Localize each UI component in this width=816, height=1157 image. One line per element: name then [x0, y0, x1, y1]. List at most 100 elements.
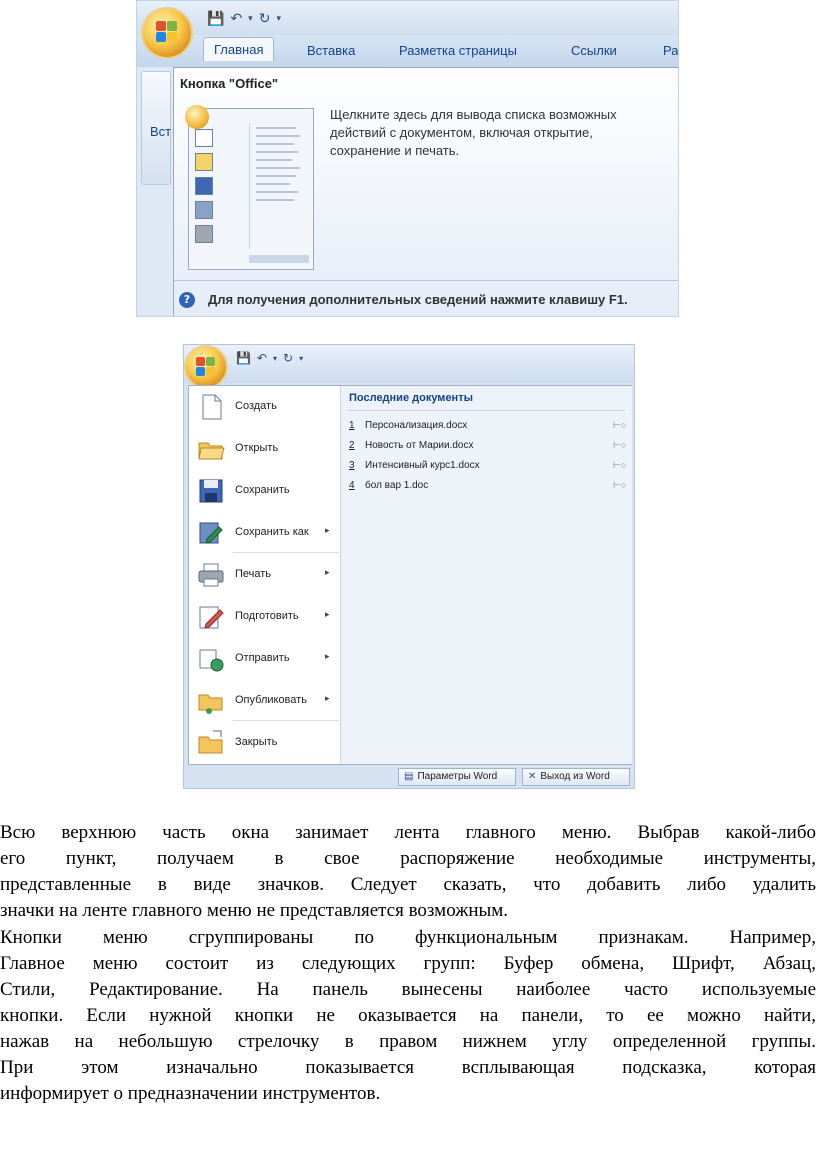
tooltip-line: сохранение и печать.: [330, 143, 460, 158]
exit-word-button[interactable]: ✕ Выход из Word: [522, 768, 630, 786]
tab-page-layout[interactable]: Разметка страницы: [399, 43, 517, 58]
pin-icon[interactable]: ⊢○: [613, 480, 626, 491]
recent-document-item[interactable]: 2 Новость от Марии.docx ⊢○: [349, 438, 627, 456]
options-icon: ▤: [404, 771, 414, 782]
tab-home[interactable]: Главная: [203, 37, 275, 61]
ribbon-insert-button[interactable]: Вст: [141, 71, 171, 185]
save-disk-icon: [195, 177, 213, 195]
office-menu: Создать Открыть Сохранить Сохранить как: [188, 385, 632, 765]
recent-document-item[interactable]: 3 Интенсивный курс1.docx ⊢○: [349, 458, 627, 476]
quick-access-toolbar: 💾 ↶ ▾ ↻ ▾: [137, 1, 678, 35]
menu-item-label: Сохранить как: [235, 526, 309, 538]
text-line: Кнопки меню сгруппированы по функциональ…: [0, 927, 816, 948]
submenu-arrow-icon: ▸: [325, 694, 330, 704]
save-as-icon: [195, 201, 213, 219]
recent-document-name: Новость от Марии.docx: [365, 440, 474, 451]
menu-item-label: Отправить: [235, 652, 290, 664]
menu-item-open[interactable]: Открыть: [189, 430, 340, 470]
recent-document-name: бол вар 1.doc: [365, 480, 429, 491]
word-options-button[interactable]: ▤ Параметры Word: [398, 768, 516, 786]
tab-references[interactable]: Ссылки: [571, 43, 617, 58]
office-menu-commands: Создать Открыть Сохранить Сохранить как: [189, 386, 340, 764]
new-document-icon: [202, 394, 222, 420]
menu-item-send[interactable]: Отправить ▸: [189, 640, 340, 680]
menu-item-print[interactable]: Печать ▸: [189, 556, 340, 596]
office-logo-icon: [196, 357, 216, 377]
office-button[interactable]: [143, 9, 191, 57]
undo-icon[interactable]: ↶: [230, 11, 242, 27]
office-menu-screenshot: 💾 ↶ ▾ ↻ ▾ Создать Открыть Сохранить Сохр…: [183, 344, 635, 789]
text-line: При этом изначально показывается всплыва…: [0, 1057, 816, 1078]
text-line: информирует о предназначении инструменто…: [0, 1083, 381, 1104]
dropdown-icon[interactable]: ▾: [273, 354, 277, 363]
text-line: его пункт, получаем в свое распоряжение …: [0, 848, 816, 869]
save-disk-icon: [199, 479, 223, 503]
tooltip-description: Щелкните здесь для вывода списка возможн…: [330, 106, 675, 160]
recent-document-name: Персонализация.docx: [365, 420, 468, 431]
menu-item-publish[interactable]: Опубликовать ▸: [189, 682, 340, 722]
prepare-pen-icon: [199, 606, 224, 629]
text-line: нажав на небольшую стрелочку в правом ни…: [0, 1031, 816, 1052]
office-button-tooltip-screenshot: 💾 ↶ ▾ ↻ ▾ Главная Вставка Разметка стран…: [136, 0, 679, 317]
text-line: значки на ленте главного меню не предста…: [0, 900, 509, 921]
recent-document-number: 4: [349, 480, 355, 491]
office-menu-footer: ▤ Параметры Word ✕ Выход из Word: [184, 765, 634, 788]
menu-item-save[interactable]: Сохранить: [189, 472, 340, 512]
customize-qat-icon[interactable]: ▾: [276, 14, 281, 24]
recent-document-number: 2: [349, 440, 355, 451]
publish-folder-icon: [198, 694, 223, 714]
menu-item-label: Создать: [235, 400, 277, 412]
recent-documents-panel: Последние документы 1 Персонализация.doc…: [340, 386, 632, 764]
ribbon-button-label: Вст: [150, 124, 172, 139]
recent-documents-title: Последние документы: [349, 392, 473, 404]
text-line: Стили, Редактирование. На панель вынесен…: [0, 979, 816, 1000]
menu-item-new[interactable]: Создать: [189, 388, 340, 428]
text-line: кнопки. Если нужной кнопки не оказываетс…: [0, 1005, 816, 1026]
quick-access-toolbar: 💾 ↶ ▾ ↻ ▾: [184, 345, 634, 383]
office-logo-icon: [185, 105, 209, 129]
menu-item-label: Опубликовать: [235, 694, 307, 706]
pin-icon[interactable]: ⊢○: [613, 420, 626, 431]
menu-item-label: Открыть: [235, 442, 279, 454]
undo-icon[interactable]: ↶: [257, 351, 267, 365]
word-options-label: Параметры Word: [417, 771, 498, 782]
tab-insert[interactable]: Вставка: [307, 43, 355, 58]
submenu-arrow-icon: ▸: [325, 526, 330, 536]
exit-word-label: Выход из Word: [540, 771, 610, 782]
send-icon: [199, 649, 224, 672]
tooltip-line: действий с документом, включая открытие,: [330, 125, 593, 140]
office-button[interactable]: [186, 347, 226, 387]
redo-icon[interactable]: ↻: [259, 11, 271, 27]
menu-item-save-as[interactable]: Сохранить как ▸: [189, 514, 340, 554]
text-line: Главное меню состоит из следующих групп:…: [0, 953, 816, 974]
tab-truncated[interactable]: Ра: [663, 43, 678, 58]
redo-icon[interactable]: ↻: [283, 351, 293, 365]
submenu-arrow-icon: ▸: [325, 610, 330, 620]
text-line: представленные в виде значков. Следует с…: [0, 874, 816, 895]
pin-icon[interactable]: ⊢○: [613, 460, 626, 471]
submenu-arrow-icon: ▸: [325, 568, 330, 578]
new-document-icon: [195, 129, 213, 147]
office-logo-icon: [156, 21, 178, 43]
recent-document-item[interactable]: 1 Персонализация.docx ⊢○: [349, 418, 627, 436]
close-icon: ✕: [528, 771, 537, 782]
pin-icon[interactable]: ⊢○: [613, 440, 626, 451]
paragraph-groups: Кнопки меню сгруппированы по функциональ…: [0, 925, 816, 1107]
recent-document-item[interactable]: 4 бол вар 1.doc ⊢○: [349, 478, 627, 496]
recent-document-number: 1: [349, 420, 355, 431]
paragraph-ribbon: Всю верхнюю часть окна занимает лента гл…: [0, 820, 816, 924]
menu-item-label: Печать: [235, 568, 272, 580]
customize-qat-icon[interactable]: ▾: [299, 354, 303, 363]
dropdown-icon[interactable]: ▾: [248, 14, 253, 24]
menu-item-label: Сохранить: [235, 484, 290, 496]
menu-item-prepare[interactable]: Подготовить ▸: [189, 598, 340, 638]
tooltip-divider: [174, 280, 678, 281]
tooltip-line: Щелкните здесь для вывода списка возможн…: [330, 107, 617, 122]
menu-item-label: Подготовить: [235, 610, 299, 622]
menu-item-close[interactable]: Закрыть: [189, 724, 340, 764]
save-as-icon: [199, 522, 223, 544]
save-icon[interactable]: 💾: [207, 11, 224, 27]
printer-icon: [195, 225, 213, 243]
save-icon[interactable]: 💾: [236, 351, 251, 365]
open-folder-icon: [195, 153, 213, 171]
